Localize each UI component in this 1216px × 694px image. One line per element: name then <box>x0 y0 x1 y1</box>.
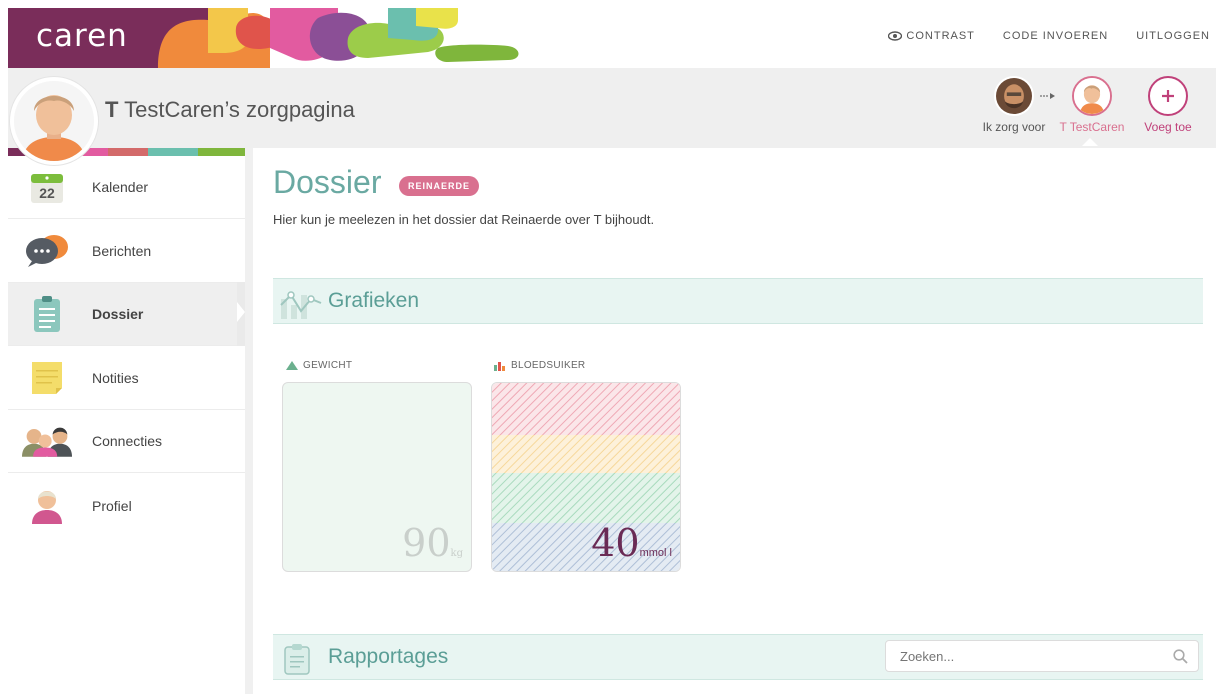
code-invoeren-link[interactable]: CODE INVOEREN <box>1003 30 1108 42</box>
sidebar-item-label: Profiel <box>92 497 132 514</box>
sidebar-item-label: Connecties <box>92 433 163 449</box>
graphs-section-header: Grafieken <box>273 278 1203 324</box>
sticky-note-icon <box>22 358 72 398</box>
graphs-title: Grafieken <box>328 289 420 312</box>
sugar-value: 40mmol l <box>591 521 672 565</box>
dossier-intro: Hier kun je meelezen in het dossier dat … <box>273 212 655 227</box>
owner-page-name: TestCaren’s zorgpagina <box>124 97 355 122</box>
logout-link[interactable]: UITLOGGEN <box>1136 30 1210 42</box>
clipboard-outline-icon <box>284 644 310 675</box>
current-avatar <box>1072 76 1112 116</box>
line-chart-icon <box>280 291 322 319</box>
chat-bubbles-icon <box>22 231 72 271</box>
weight-value: 90kg <box>402 521 463 565</box>
sugar-label: BLOEDSUIKER <box>494 360 585 371</box>
sidebar-item-notities[interactable]: Notities <box>8 347 245 410</box>
organization-badge: REINAERDE <box>399 176 480 196</box>
sidebar-item-label: Notities <box>92 370 139 386</box>
contrast-link[interactable]: CONTRAST <box>888 30 975 42</box>
weight-label-text: GEWICHT <box>303 360 353 371</box>
page-title: T TestCaren’s zorgpagina <box>105 97 355 123</box>
calendar-icon: 22 <box>22 167 72 207</box>
search-input[interactable] <box>886 641 1146 671</box>
sidebar-item-label: Dossier <box>92 306 144 322</box>
owner-avatar[interactable] <box>10 77 98 165</box>
weight-card[interactable]: 90kg <box>282 382 472 572</box>
current-label: T TestCaren <box>1059 120 1125 134</box>
sidebar-item-berichten[interactable]: Berichten <box>8 220 245 283</box>
calendar-day: 22 <box>39 185 55 201</box>
add-person-button[interactable]: Voeg toe <box>1132 76 1204 134</box>
care-switcher: Ik zorg voor T TestCaren Voeg toe <box>974 76 1204 146</box>
person-avatar-icon <box>14 81 94 161</box>
mountain-icon <box>286 361 298 370</box>
dossier-title: Dossier <box>273 164 382 200</box>
weight-number: 90 <box>402 521 451 565</box>
profile-icon <box>22 486 72 526</box>
top-banner: caren CONTRAST CODE INVOEREN UITLOGGEN <box>8 8 1216 68</box>
search-icon[interactable] <box>1173 649 1188 664</box>
eye-icon <box>888 31 903 41</box>
add-label: Voeg toe <box>1144 120 1192 134</box>
man-avatar-icon <box>996 78 1032 114</box>
sidebar-item-kalender[interactable]: 22 Kalender <box>8 156 245 219</box>
top-nav: CONTRAST CODE INVOEREN UITLOGGEN <box>888 30 1210 42</box>
sidebar-item-connecties[interactable]: Connecties <box>8 410 245 473</box>
main-content: Dossier REINAERDE Hier kun je meelezen i… <box>253 148 1216 694</box>
bloodsugar-card[interactable]: 40mmol l <box>491 382 681 572</box>
sidebar: 22 Kalender Berichten Dossier Notities C… <box>8 148 245 694</box>
caren-logo[interactable]: caren <box>36 18 128 54</box>
people-icon <box>22 421 72 461</box>
add-circle <box>1148 76 1188 116</box>
person-avatar-icon <box>1074 78 1110 114</box>
weight-unit: kg <box>450 548 463 559</box>
current-person[interactable]: T TestCaren <box>1052 76 1132 134</box>
bar-chart-icon <box>494 361 505 371</box>
plus-icon <box>1162 90 1174 102</box>
reports-search <box>885 640 1199 672</box>
sidebar-item-profiel[interactable]: Profiel <box>8 474 245 537</box>
pointer-triangle <box>1082 138 1098 146</box>
sugar-label-text: BLOEDSUIKER <box>511 360 586 371</box>
me-label: Ik zorg voor <box>982 120 1046 134</box>
me-person[interactable]: Ik zorg voor <box>974 76 1054 134</box>
sidebar-item-label: Kalender <box>92 179 149 195</box>
sidebar-divider <box>245 148 253 694</box>
weight-label: GEWICHT <box>286 360 352 371</box>
sugar-number: 40 <box>591 521 640 565</box>
reports-title: Rapportages <box>328 645 449 668</box>
contrast-label: CONTRAST <box>906 30 975 42</box>
sidebar-item-label: Berichten <box>92 243 152 259</box>
me-avatar <box>994 76 1034 116</box>
sugar-unit: mmol l <box>639 547 672 559</box>
owner-initial: T <box>105 97 119 122</box>
clipboard-icon <box>22 294 72 334</box>
sidebar-item-dossier[interactable]: Dossier <box>8 283 245 346</box>
